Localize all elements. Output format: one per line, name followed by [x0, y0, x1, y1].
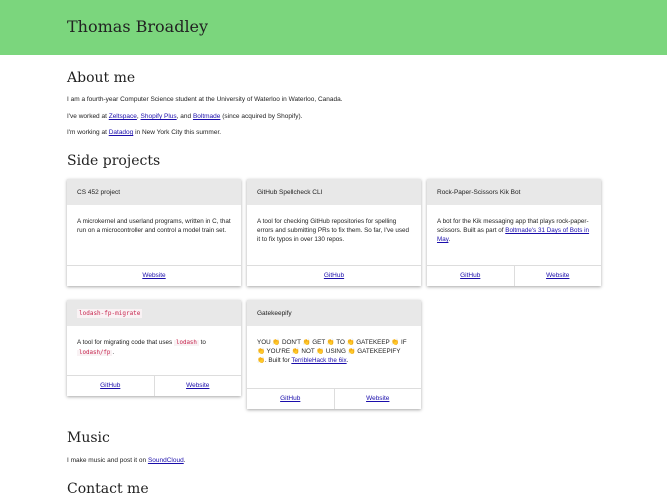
terriblehack-link[interactable]: TerribleHack the 6ix: [291, 357, 346, 364]
text: .: [112, 349, 115, 356]
website-link[interactable]: Website: [67, 266, 241, 286]
text: I've worked at: [67, 113, 109, 120]
contact-heading: Contact me: [67, 481, 149, 497]
card-title-code: lodash-fp-migrate: [77, 309, 143, 318]
site-title: Thomas Broadley: [67, 17, 209, 36]
card-description: A microkernel and userland programs, wri…: [77, 218, 231, 234]
text: .: [448, 236, 451, 243]
card-description: A tool for migrating code that uses loda…: [67, 326, 241, 358]
soundcloud-link[interactable]: SoundCloud: [148, 457, 184, 464]
card-actions: Website: [67, 265, 241, 286]
project-card-rps-bot: Rock-Paper-Scissors Kik Bot A bot for th…: [427, 179, 601, 286]
card-title: Rock-Paper-Scissors Kik Bot: [427, 179, 601, 205]
card-title: lodash-fp-migrate: [67, 300, 241, 326]
card-actions: GitHub Website: [67, 375, 241, 396]
project-card-gatekeepify: Gatekeepify YOU 👏 DON'T 👏 GET 👏 TO 👏 GAT…: [247, 300, 421, 409]
text: I'm working at: [67, 129, 109, 136]
projects-heading: Side projects: [67, 153, 161, 169]
text: , and: [176, 113, 193, 120]
project-card-cs452: CS 452 project A microkernel and userlan…: [67, 179, 241, 286]
github-link[interactable]: GitHub: [247, 266, 421, 286]
website-link[interactable]: Website: [333, 389, 422, 409]
site-header: Thomas Broadley: [0, 0, 667, 55]
text: I make music and post it on: [67, 457, 148, 464]
project-card-spellcheck: GitHub Spellcheck CLI A tool for checkin…: [247, 179, 421, 286]
website-link[interactable]: Website: [513, 266, 602, 286]
github-link[interactable]: GitHub: [427, 266, 514, 286]
card-title: GitHub Spellcheck CLI: [247, 179, 421, 205]
zeltspace-link[interactable]: Zeltspace: [109, 113, 137, 120]
card-title: CS 452 project: [67, 179, 241, 205]
card-actions: GitHub Website: [427, 265, 601, 286]
text: .: [183, 457, 186, 464]
card-actions: GitHub Website: [247, 388, 421, 409]
boltmade-link[interactable]: Boltmade: [193, 113, 220, 120]
about-line-1: I am a fourth-year Computer Science stud…: [67, 96, 343, 103]
datadog-link[interactable]: Datadog: [109, 129, 134, 136]
music-line: I make music and post it on SoundCloud.: [67, 457, 186, 464]
project-card-lodash-fp-migrate: lodash-fp-migrate A tool for migrating c…: [67, 300, 241, 396]
github-link[interactable]: GitHub: [67, 376, 154, 396]
text: (since acquired by Shopify).: [220, 113, 303, 120]
music-heading: Music: [67, 430, 110, 446]
about-line-2: I've worked at Zeltspace, Shopify Plus, …: [67, 113, 302, 120]
github-link[interactable]: GitHub: [247, 389, 334, 409]
card-description: A tool for checking GitHub repositories …: [257, 218, 410, 243]
text: A tool for migrating code that uses: [77, 339, 174, 346]
inline-code: lodash: [173, 340, 199, 346]
text: in New York City this summer.: [133, 129, 222, 136]
card-actions: GitHub: [247, 265, 421, 286]
card-title: Gatekeepify: [247, 300, 421, 326]
card-description: YOU 👏 DON'T 👏 GET 👏 TO 👏 GATEKEEP 👏 IF 👏…: [247, 326, 421, 365]
about-heading: About me: [67, 70, 136, 86]
shopify-plus-link[interactable]: Shopify Plus: [141, 113, 177, 120]
text: to: [198, 339, 206, 346]
text: .: [346, 357, 349, 364]
inline-code: lodash/fp: [77, 350, 113, 356]
about-line-3: I'm working at Datadog in New York City …: [67, 129, 221, 136]
card-description: A bot for the Kik messaging app that pla…: [427, 205, 601, 244]
website-link[interactable]: Website: [153, 376, 242, 396]
